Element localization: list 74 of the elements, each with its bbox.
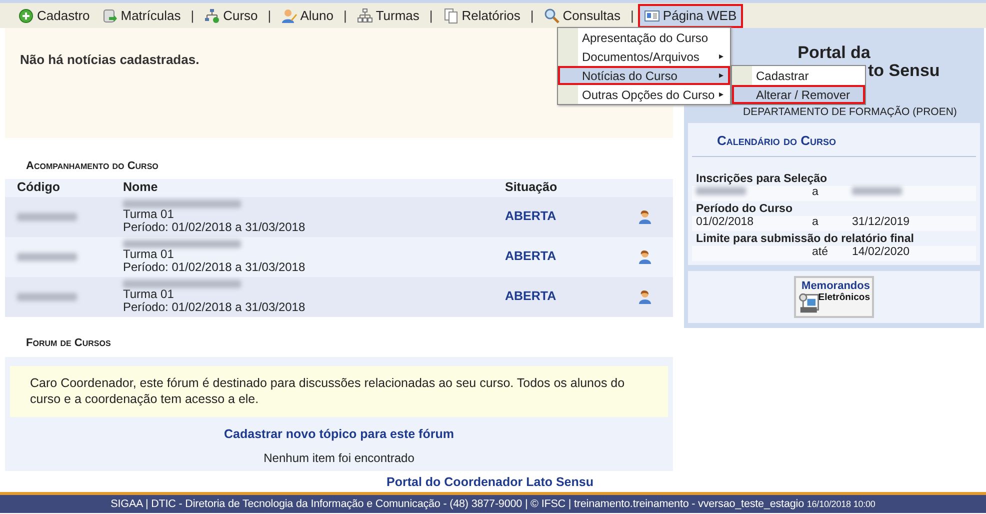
portal-title: to Sensu [868, 62, 940, 80]
submenu-item[interactable]: Cadastrar [732, 66, 865, 85]
dropdown-item[interactable]: Documentos/Arquivos ▸ [558, 47, 730, 66]
redacted-text [852, 187, 902, 196]
pages-icon [442, 8, 459, 24]
menu-separator: | [342, 6, 348, 25]
hierarchy-icon [356, 8, 373, 24]
class-name: Turma 01 [123, 248, 175, 260]
redacted-text [17, 252, 77, 260]
toolbar-menu-item[interactable]: Turmas [350, 4, 426, 28]
toolbar-menu-item[interactable]: Cadastro [12, 4, 96, 28]
section-heading: Acompanhamento do Curso [25, 159, 160, 174]
portal-link[interactable]: Portal do Coordenador Lato Sensu [386, 473, 594, 492]
new-topic-link[interactable]: Cadastrar novo tópico para este fórum [224, 426, 454, 440]
calendar-label: Período do Curso [695, 202, 794, 216]
person-icon [637, 288, 653, 304]
calendar-value: a [812, 186, 818, 198]
menu-separator: | [266, 6, 272, 25]
search-icon [544, 8, 560, 24]
person-icon [637, 248, 653, 264]
course-status: ABERTA [505, 248, 558, 266]
menu-separator: | [428, 6, 434, 25]
empty-message: Nenhum item foi encontrado [264, 451, 414, 466]
footer-timestamp: 16/10/2018 10:00 [806, 499, 876, 509]
plus-circle-icon [18, 8, 34, 24]
department-name: DEPARTAMENTO DE FORMAÇÃO (PROEN) [743, 106, 957, 118]
person-pencil-icon [281, 8, 298, 24]
course-status: ABERTA [505, 208, 558, 226]
network-icon [204, 8, 220, 24]
class-name: Turma 01 [123, 208, 175, 220]
column-header: Nome [123, 179, 159, 196]
document-arrow-icon [102, 8, 118, 24]
course-status: ABERTA [505, 288, 558, 306]
submenu-arrow-icon: ▸ [719, 68, 724, 82]
footer-text: SIGAA | DTIC - Diretoria de Tecnologia da Informação e Comunicação - (48) 3877-9000 | © IFSC | treinamento.treinamento - vversao_teste_estagio [110, 498, 805, 510]
column-header: Situação [505, 179, 558, 196]
portal-title: Portal da [798, 44, 870, 62]
calendar-value: 01/02/2018 [696, 216, 754, 228]
toolbar-menu-item[interactable]: Relatórios [436, 4, 526, 28]
web-card-icon [644, 8, 660, 24]
class-period: Período: 01/02/2018 a 31/03/2018 [123, 220, 306, 234]
dropdown-item[interactable]: Outras Opções do Curso ▸ [558, 85, 730, 104]
submenu-arrow-icon: ▸ [719, 50, 724, 64]
calendar-value: até [812, 246, 828, 258]
toolbar-menu-item[interactable]: Consultas [538, 4, 627, 28]
class-name: Turma 01 [123, 288, 175, 300]
redacted-text [17, 212, 77, 220]
dropdown-item[interactable]: Notícias do Curso ▸ [558, 66, 730, 85]
class-period: Período: 01/02/2018 a 31/03/2018 [123, 300, 306, 314]
toolbar-menu-item[interactable]: Matrículas [96, 4, 187, 28]
person-icon [637, 208, 653, 224]
toolbar-menu-item[interactable]: Aluno [275, 4, 340, 28]
section-heading: Forum de Cursos [25, 336, 112, 350]
dropdown-item[interactable]: Apresentação do Curso [558, 28, 730, 47]
menu-separator: | [190, 6, 196, 25]
memorandos-button[interactable]: Memorandos Eletrônicos [794, 276, 874, 318]
column-header: Código [16, 179, 62, 196]
toolbar-menu-item[interactable]: Página WEB [638, 4, 743, 28]
toolbar-menu-item[interactable]: Curso [198, 4, 264, 28]
calendar-label: Limite para submissão do relatório final [695, 232, 915, 246]
submenu-arrow-icon: ▸ [719, 88, 724, 102]
forum-notice: Caro Coordenador, este fórum é destinado para discussões relacionadas ao seu curso. Todos os alunos do curso e a coordenação tem acesso a ele. [10, 366, 668, 416]
calendar-value: 14/02/2020 [852, 246, 910, 258]
calendar-title: Calendário do Curso [692, 129, 976, 156]
calendar-label: Inscrições para Seleção [695, 172, 828, 186]
menu-separator: | [630, 6, 635, 25]
news-message: Não há notícias cadastradas. [20, 52, 200, 67]
class-period: Período: 01/02/2018 a 31/03/2018 [123, 260, 306, 274]
redacted-text [696, 187, 746, 196]
menu-separator: | [529, 6, 535, 25]
submenu-item[interactable]: Alterar / Remover [732, 85, 865, 104]
calendar-value: a [812, 216, 818, 228]
redacted-text [17, 292, 77, 300]
calendar-value: 31/12/2019 [852, 216, 910, 228]
